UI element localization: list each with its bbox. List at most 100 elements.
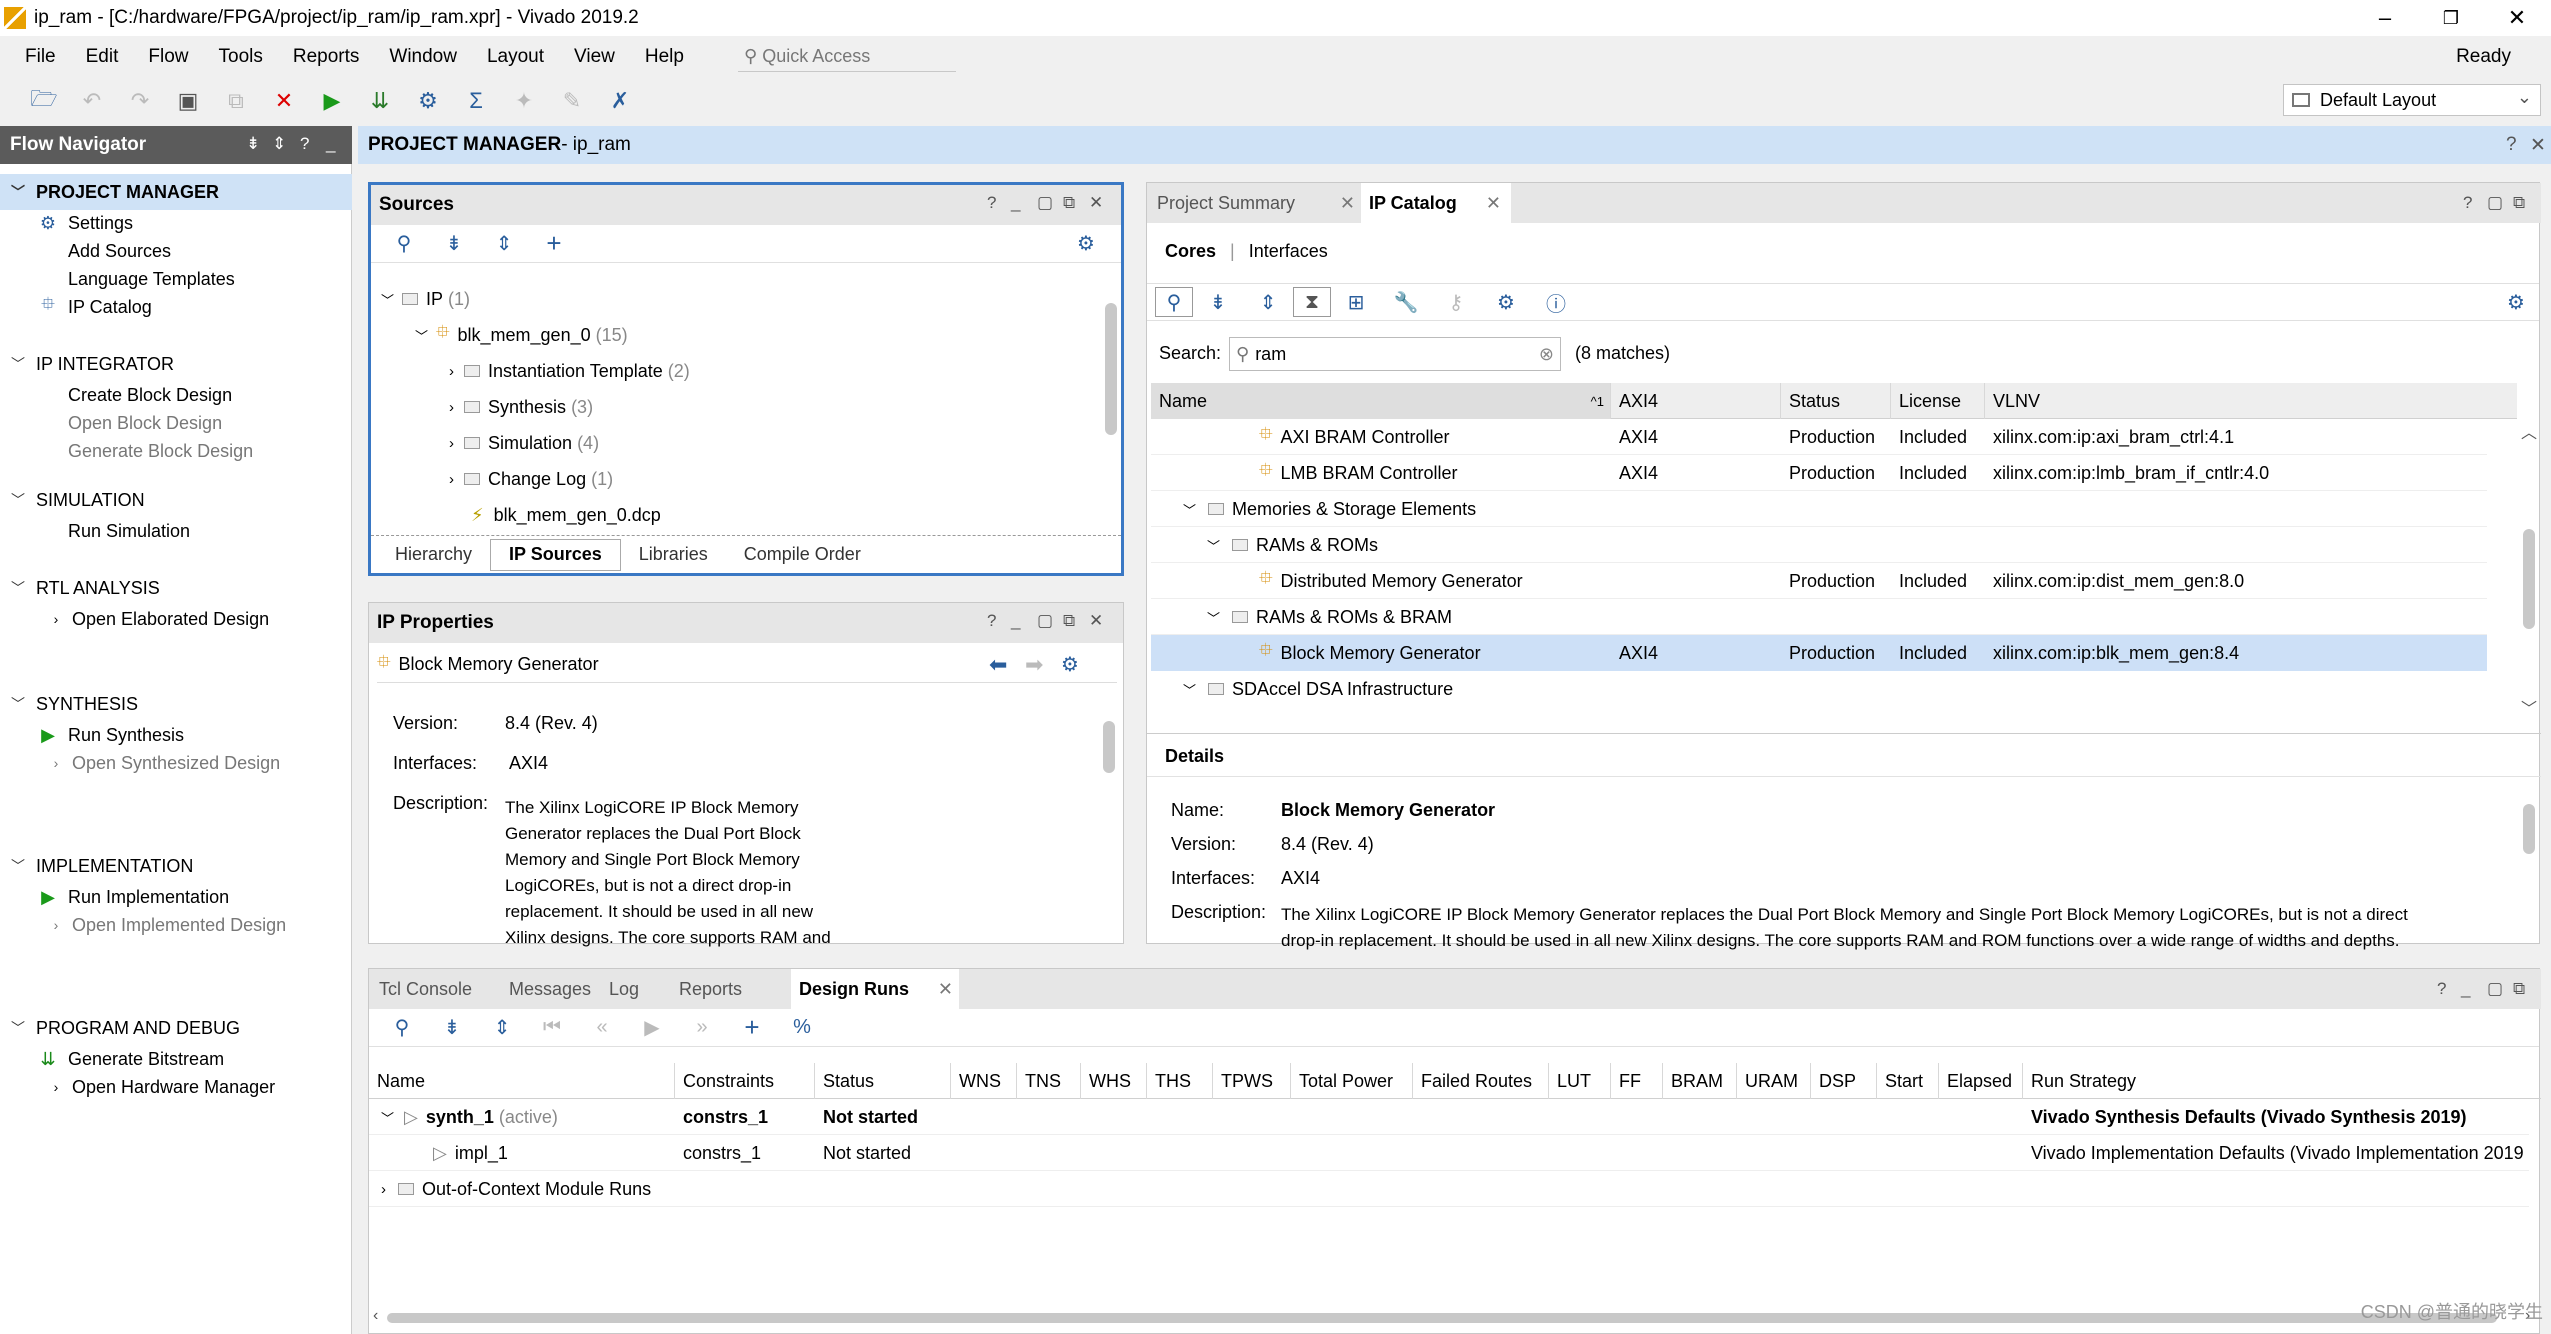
float-icon[interactable]: ⧉ [2513,193,2525,213]
close-icon[interactable]: ✕ [1340,193,1355,214]
tree-node-blk-mem-gen[interactable]: ﹀ ⯐ blk_mem_gen_0 (15) [415,317,628,353]
menu-layout[interactable]: Layout [472,46,559,68]
fn-item-open-block-design[interactable]: Open Block Design [68,408,222,438]
float-icon[interactable]: ⧉ [1063,193,1075,213]
tab-tcl-console[interactable]: Tcl Console [369,969,499,1009]
runs-horizontal-scrollbar[interactable] [387,1313,2497,1323]
run-icon[interactable]: ▶ [308,84,356,118]
col-ff[interactable]: FF [1611,1063,1663,1099]
menu-help[interactable]: Help [630,46,699,68]
fn-item-add-sources[interactable]: Add Sources [68,236,171,266]
fn-item-open-hardware-manager[interactable]: › Open Hardware Manager [54,1072,275,1102]
search-icon[interactable]: ⚲ [379,229,429,259]
tab-hierarchy[interactable]: Hierarchy [377,539,490,571]
col-tpws[interactable]: TPWS [1213,1063,1291,1099]
quick-access-input[interactable]: ⚲ Quick Access [738,42,956,72]
tab-reports[interactable]: Reports [669,969,765,1009]
fn-section-project-manager[interactable]: ﹀ PROJECT MANAGER [0,174,352,210]
help-icon[interactable]: ? [2506,134,2517,156]
close-icon[interactable]: ✕ [1089,611,1103,631]
add-icon[interactable]: + [529,228,579,259]
wrench-icon[interactable]: 🔧 [1381,287,1431,317]
restore-icon[interactable]: ▢ [1037,611,1053,631]
details-scrollbar[interactable] [2523,804,2535,854]
close-icon[interactable]: ✕ [938,979,953,1000]
percent-icon[interactable]: % [777,1013,827,1043]
help-icon[interactable]: ? [987,193,996,213]
collapse-all-icon[interactable]: ⇟ [429,229,479,259]
col-name[interactable]: Name ^1 [1151,383,1611,419]
help-icon[interactable]: ? [2437,979,2446,999]
minimize-button[interactable]: – [2354,0,2416,36]
clear-icon[interactable]: ⊗ [1539,344,1554,365]
menu-view[interactable]: View [559,46,630,68]
ip-properties-scrollbar[interactable] [1103,721,1115,773]
tree-node-ip[interactable]: ﹀ IP (1) [381,281,470,317]
delete-icon[interactable]: ✕ [260,84,308,118]
tab-ip-catalog[interactable]: IP Catalog ✕ [1361,183,1511,223]
col-name[interactable]: Name [369,1063,675,1099]
catalog-row-selected[interactable]: ⯐ Block Memory Generator AXI4 Production … [1151,635,2487,671]
col-tns[interactable]: TNS [1017,1063,1081,1099]
collapse-all-icon[interactable]: ⇟ [246,134,260,154]
back-arrow-icon[interactable]: ⬅ [989,652,1007,678]
catalog-row[interactable]: ﹀ Memories & Storage Elements [1151,491,2487,527]
tree-node-instantiation-template[interactable]: › Instantiation Template (2) [449,353,690,389]
menu-file[interactable]: File [0,46,71,68]
col-run-strategy[interactable]: Run Strategy [2023,1063,2523,1099]
undo-icon[interactable]: ↶ [68,84,116,118]
help-icon[interactable]: ? [2463,193,2472,213]
col-constraints[interactable]: Constraints [675,1063,815,1099]
fn-item-open-elaborated-design[interactable]: › Open Elaborated Design [54,604,269,634]
subtab-interfaces[interactable]: Interfaces [1249,241,1328,262]
key-icon[interactable]: ⚷ [1431,287,1481,317]
help-icon[interactable]: ? [987,611,996,631]
run-row-ooc[interactable]: › Out-of-Context Module Runs [369,1171,2529,1207]
filter-icon[interactable]: ⧗ [1293,287,1331,317]
wand-icon[interactable]: ✦ [500,84,548,118]
subtab-cores[interactable]: Cores [1165,241,1216,262]
col-license[interactable]: License [1891,383,1985,419]
tree-node-simulation[interactable]: › Simulation (4) [449,425,599,461]
catalog-row[interactable]: ⯐ LMB BRAM Controller AXI4 Production Inc… [1151,455,2487,491]
col-lut[interactable]: LUT [1549,1063,1611,1099]
scroll-left-icon[interactable]: ‹ [373,1307,378,1325]
menu-tools[interactable]: Tools [204,46,278,68]
fn-section-simulation[interactable]: ﹀ SIMULATION [0,482,352,518]
expand-all-icon[interactable]: ⇕ [477,1013,527,1043]
close-icon[interactable]: ✕ [1486,193,1501,214]
open-project-icon[interactable]: 🗁 [20,84,68,118]
fn-item-open-implemented-design[interactable]: › Open Implemented Design [54,910,286,940]
collapse-all-icon[interactable]: ⇟ [1193,287,1243,317]
tree-node-dcp[interactable]: ⚡ blk_mem_gen_0.dcp [471,497,661,533]
settings-gear-icon[interactable]: ⚙ [404,84,452,118]
menu-window[interactable]: Window [374,46,472,68]
tree-node-synthesis[interactable]: › Synthesis (3) [449,389,593,425]
search-icon[interactable]: ⚲ [1155,287,1193,317]
catalog-row[interactable]: ﹀ RAMs & ROMs [1151,527,2487,563]
gear-icon[interactable]: ⚙ [2491,287,2541,317]
col-start[interactable]: Start [1877,1063,1939,1099]
fn-item-ip-catalog[interactable]: ⯐ IP Catalog [41,292,151,322]
col-status[interactable]: Status [1781,383,1891,419]
close-icon[interactable]: ✕ [2530,134,2546,157]
col-total-power[interactable]: Total Power [1291,1063,1413,1099]
help-icon[interactable]: ? [300,134,309,154]
fn-item-generate-bitstream[interactable]: ⇊ Generate Bitstream [40,1044,224,1074]
fn-item-run-simulation[interactable]: Run Simulation [68,516,190,546]
tab-project-summary[interactable]: Project Summary ✕ [1147,183,1361,223]
col-dsp[interactable]: DSP [1811,1063,1877,1099]
expand-all-icon[interactable]: ⇕ [272,134,286,154]
menu-edit[interactable]: Edit [71,46,134,68]
bitstream-icon[interactable]: ⇊ [356,84,404,118]
col-ths[interactable]: THS [1147,1063,1213,1099]
minimize-icon[interactable]: _ [2461,979,2470,999]
restore-icon[interactable]: ▢ [1037,193,1053,213]
tab-libraries[interactable]: Libraries [621,539,726,571]
expand-all-icon[interactable]: ⇕ [1243,287,1293,317]
layout-select[interactable]: Default Layout ⌄ [2283,84,2541,116]
tab-log[interactable]: Log [599,969,669,1009]
fn-section-ip-integrator[interactable]: ﹀ IP INTEGRATOR [0,346,352,382]
col-failed-routes[interactable]: Failed Routes [1413,1063,1549,1099]
restore-icon[interactable]: ▢ [2487,979,2503,999]
